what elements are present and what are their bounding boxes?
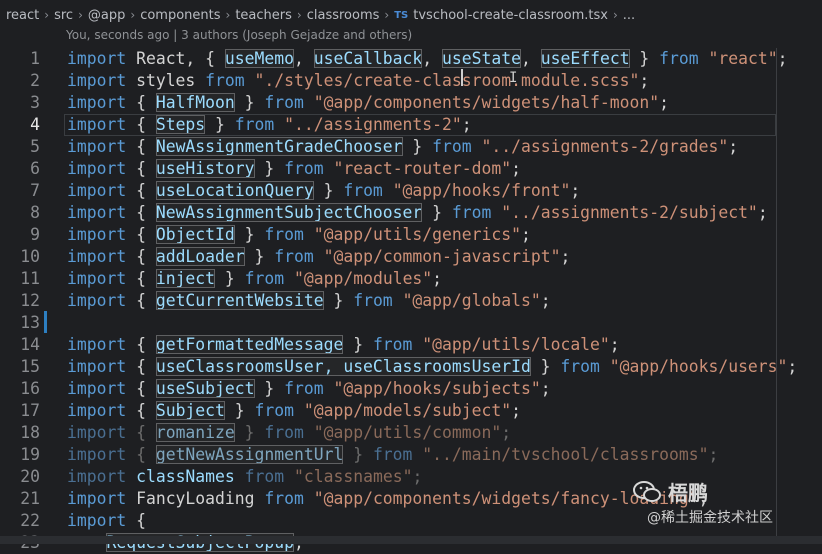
watermark-name: 梧鹏 [668, 481, 708, 505]
line-text: import { NewAssignmentGradeChooser } fro… [67, 137, 739, 156]
line-text: import { getFormattedMessage } from "@ap… [67, 335, 620, 354]
mouse-ibeam-icon: I [509, 70, 518, 86]
line-number: 6 [30, 159, 40, 178]
line-text: import classNames from "classnames"; [67, 467, 423, 486]
code-editor[interactable]: 1 import React, { useMemo, useCallback, u… [0, 48, 822, 552]
line-text: import { useClassroomsUser, useClassroom… [67, 357, 798, 376]
code-line[interactable]: 10 import { addLoader } from "@app/common… [0, 246, 822, 268]
line-number: 11 [20, 269, 40, 288]
line-number: 7 [30, 181, 40, 200]
horizontal-scrollbar[interactable] [0, 536, 822, 544]
chevron-right-icon: › [296, 8, 302, 22]
line-number: 15 [20, 357, 40, 376]
code-line[interactable]: 3 import { HalfMoon } from "@app/componen… [0, 92, 822, 114]
code-line[interactable]: 13 [0, 312, 822, 334]
code-line[interactable]: 14 import { getFormattedMessage } from "@… [0, 334, 822, 356]
line-number: 2 [30, 71, 40, 90]
line-number: 14 [20, 335, 40, 354]
code-line[interactable]: 8 import { NewAssignmentSubjectChooser } … [0, 202, 822, 224]
line-text: import { getNewAssignmentUrl } from "../… [67, 445, 719, 464]
code-line[interactable]: 2 import styles from "./styles/create-cla… [0, 70, 822, 92]
code-line[interactable]: 15 import { useClassroomsUser, useClassro… [0, 356, 822, 378]
code-line[interactable]: 17 import { Subject } from "@app/models/s… [0, 400, 822, 422]
breadcrumb: react › src › @app › components › teachers › class… [0, 0, 822, 30]
code-line[interactable]: 11 import { inject } from "@app/modules"; [0, 268, 822, 290]
line-number: 5 [30, 137, 40, 156]
chevron-right-icon: › [225, 8, 231, 22]
chevron-right-icon: › [130, 8, 136, 22]
line-text: import { ObjectId } from "@app/utils/gen… [67, 225, 531, 244]
breadcrumb-file[interactable]: tvschool-create-classroom.tsx [413, 8, 608, 23]
code-line[interactable]: 7 import { useLocationQuery } from "@app/… [0, 180, 822, 202]
code-line[interactable]: 1 import React, { useMemo, useCallback, u… [0, 48, 822, 70]
chevron-right-icon: › [612, 8, 618, 22]
line-number: 12 [20, 291, 40, 310]
code-line[interactable]: 5 import { NewAssignmentGradeChooser } fr… [0, 136, 822, 158]
line-number: 8 [30, 203, 40, 222]
code-line[interactable]: 16 import { useSubject } from "@app/hooks… [0, 378, 822, 400]
code-line[interactable]: 9 import { ObjectId } from "@app/utils/ge… [0, 224, 822, 246]
breadcrumb-item[interactable]: components [140, 8, 220, 23]
line-number: 22 [20, 511, 40, 530]
line-number: 21 [20, 489, 40, 508]
code-line[interactable]: 19 import { getNewAssignmentUrl } from ".… [0, 444, 822, 466]
line-text: import { useLocationQuery } from "@app/h… [67, 181, 581, 200]
code-line[interactable]: 12 import { getCurrentWebsite } from "@ap… [0, 290, 822, 312]
wechat-icon [633, 480, 661, 502]
line-text: import { Subject } from "@app/models/sub… [67, 401, 521, 420]
code-line[interactable]: 18 import { romanize } from "@app/utils/c… [0, 422, 822, 444]
line-number: 10 [20, 247, 40, 266]
chevron-right-icon: › [78, 8, 83, 22]
line-number: 4 [30, 115, 40, 134]
line-text: import { getCurrentWebsite } from "@app/… [67, 291, 551, 310]
line-number: 16 [20, 379, 40, 398]
chevron-right-icon: › [44, 8, 50, 22]
line-number: 18 [20, 423, 40, 442]
line-text: import React, { useMemo, useCallback, us… [67, 49, 788, 68]
code-line[interactable]: 6 import { useHistory } from "react-route… [0, 158, 822, 180]
line-text: import FancyLoading from "@app/component… [67, 489, 709, 508]
line-text: import { useSubject } from "@app/hooks/s… [67, 379, 551, 398]
line-text: import { addLoader } from "@app/common-j… [67, 247, 571, 266]
watermark-sub: @稀土掘金技术社区 [647, 510, 773, 526]
git-blame-annotation: You, seconds ago | 3 authors (Joseph Gej… [66, 28, 413, 42]
line-text: import { inject } from "@app/modules"; [67, 269, 443, 288]
line-text: import { useHistory } from "react-router… [67, 159, 521, 178]
line-text: import { Steps } from "../assignments-2"… [67, 115, 472, 134]
text-cursor [461, 69, 463, 86]
typescript-file-icon: TS [394, 9, 409, 21]
line-text: import styles from "./styles/create-clas… [67, 71, 650, 90]
breadcrumb-item[interactable]: classrooms [307, 8, 380, 23]
line-number: 17 [20, 401, 40, 420]
line-number: 9 [30, 225, 40, 244]
breadcrumb-item[interactable]: src [54, 8, 73, 23]
line-text: import { NewAssignmentSubjectChooser } f… [67, 203, 768, 222]
line-number: 1 [30, 49, 40, 68]
line-number: 3 [30, 93, 40, 112]
line-text: import { romanize } from "@app/utils/com… [67, 423, 512, 442]
breadcrumb-item[interactable]: teachers [235, 8, 292, 23]
breadcrumb-item[interactable]: @app [88, 8, 125, 23]
breadcrumb-item[interactable]: react [6, 8, 39, 23]
line-number: 13 [20, 313, 40, 332]
chevron-right-icon: › [384, 8, 390, 22]
line-number: 19 [20, 445, 40, 464]
code-line[interactable]: 4 import { Steps } from "../assignments-2… [0, 114, 822, 136]
line-text: import { [67, 511, 146, 530]
line-number: 20 [20, 467, 40, 486]
line-text: import { HalfMoon } from "@app/component… [67, 93, 670, 112]
breadcrumb-symbol[interactable]: ... [623, 8, 635, 23]
watermark-logo: 梧鹏 [632, 477, 708, 506]
